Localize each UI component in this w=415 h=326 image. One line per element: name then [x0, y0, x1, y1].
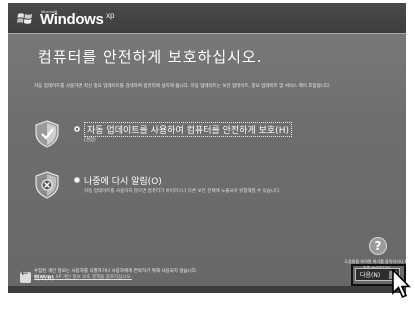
- footer-bar: [8, 286, 406, 293]
- mouse-cursor-icon: [392, 269, 411, 299]
- help-icon[interactable]: ?: [369, 237, 387, 255]
- header-bar: Microsoft Windows xp: [8, 3, 406, 34]
- brand-sup-text: xp: [106, 11, 115, 20]
- shield-check-icon: [35, 120, 59, 148]
- back-button[interactable]: 뒤로(B): [20, 269, 54, 284]
- option-label[interactable]: 자동 업데이트를 사용하여 컴퓨터를 안전하게 보호(H): [84, 122, 292, 137]
- back-arrow-icon: [20, 269, 31, 283]
- shield-x-icon: [35, 171, 59, 199]
- windows-logo-icon: [17, 13, 32, 24]
- remind-later-radio[interactable]: [74, 177, 80, 183]
- auto-update-radio[interactable]: [74, 126, 80, 132]
- setup-window: Microsoft Windows xp 컴퓨터를 안전하게 보호하십시오. 자…: [8, 3, 406, 293]
- back-label: 뒤로(B): [34, 274, 54, 282]
- option-desc: 자동 업데이트를 사용하지 않으면 컴퓨터가 바이러스나 다른 보안 문제에 노…: [84, 189, 281, 194]
- privacy-policy-link[interactable]: Windows XP 개인 정보 보호 정책을 참조하십시오.: [34, 275, 344, 281]
- option-label[interactable]: 나중에 다시 알림(O): [84, 174, 162, 187]
- privacy-note: 수집된 개인 정보는 사용자를 식별하거나 사용자에게 연락하기 위해 사용되지…: [34, 269, 344, 281]
- page-title: 컴퓨터를 안전하게 보호하십시오.: [38, 48, 263, 66]
- intro-text: 자동 업데이트를 사용하면 최신 중요 업데이트를 검색하여 컴퓨터에 설치해 …: [34, 84, 331, 89]
- option-desc: (권장): [84, 138, 96, 143]
- brand-text: Windows: [40, 11, 104, 28]
